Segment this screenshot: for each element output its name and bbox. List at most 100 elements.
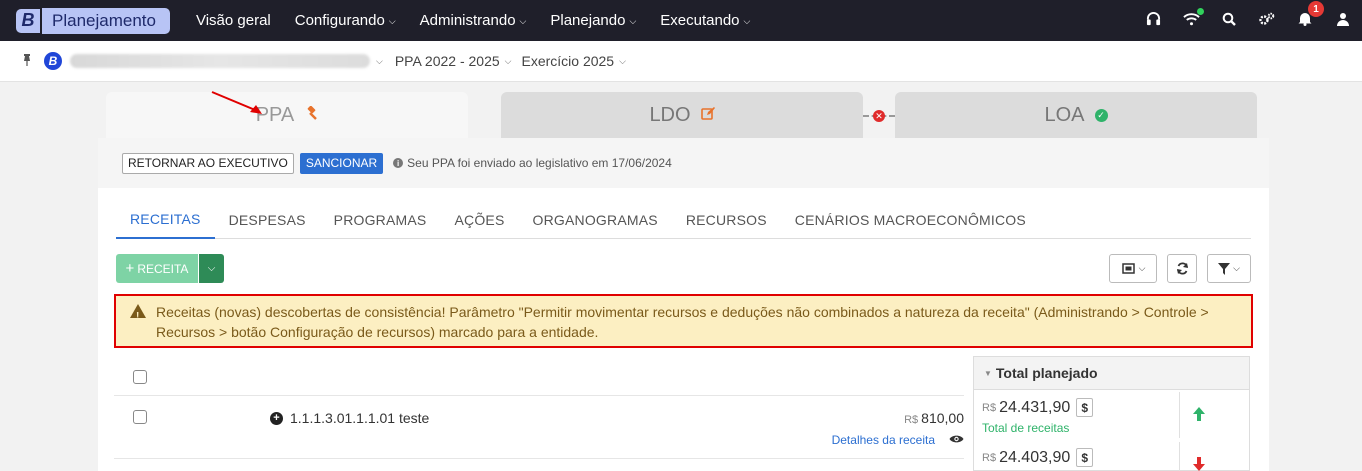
- annotation-arrow: [211, 91, 262, 114]
- currency-symbol: R$: [982, 451, 997, 464]
- filter-icon: [1218, 262, 1231, 275]
- chevron-down-icon: ⌵: [519, 16, 527, 26]
- chevron-down-icon: ⌵: [619, 55, 626, 66]
- dollar-button[interactable]: $: [1076, 398, 1094, 417]
- menu-label: Administrando: [419, 12, 516, 29]
- total-receitas-label: Total de receitas: [982, 421, 1070, 435]
- exercise-selector[interactable]: Exercício 2025 ⌵: [521, 53, 625, 69]
- add-receita-button[interactable]: + RECEITA: [116, 254, 198, 283]
- view-mode-button[interactable]: ⌵: [1109, 254, 1157, 283]
- wifi-icon[interactable]: [1182, 7, 1204, 30]
- context-bar: B ⌵ PPA 2022 - 2025 ⌵ Exercício 2025 ⌵: [0, 41, 1362, 82]
- refresh-button[interactable]: [1167, 254, 1197, 283]
- brand-logo[interactable]: B Planejamento: [16, 7, 170, 34]
- menu-configurando[interactable]: Configurando ⌵: [283, 12, 408, 29]
- top-navbar: B Planejamento Visão geral Configurando ⌵…: [0, 0, 1362, 41]
- total-row: R$ 24.403,90 $: [974, 440, 1249, 471]
- entity-logo: B: [44, 52, 62, 70]
- online-indicator: [1197, 7, 1204, 15]
- gears-icon[interactable]: [1258, 12, 1276, 30]
- menu-label: Planejando: [550, 12, 626, 29]
- total-receitas-amount: 24.431,90: [999, 398, 1071, 416]
- phase-label: LOA: [1044, 103, 1085, 126]
- return-to-executive-button[interactable]: RETORNAR AO EXECUTIVO: [122, 152, 294, 174]
- nav-icons: 1: [1144, 0, 1352, 41]
- tab-programas[interactable]: PROGRAMAS: [320, 201, 441, 239]
- menu-planejando[interactable]: Planejando ⌵: [538, 12, 648, 29]
- phase-tab-ldo[interactable]: LDO: [501, 92, 863, 138]
- menu-executando[interactable]: Executando ⌵: [648, 12, 762, 29]
- currency-symbol: R$: [982, 401, 997, 414]
- total-amount-2: 24.403,90: [999, 448, 1071, 466]
- chevron-down-icon: ⌵: [743, 16, 751, 26]
- arrow-up-icon: [1193, 407, 1205, 425]
- row-divider: [114, 395, 964, 396]
- caret-down-icon: ▼: [984, 368, 992, 378]
- brand-letter: B: [16, 8, 40, 33]
- sub-tabs: RECEITAS DESPESAS PROGRAMAS AÇÕES ORGANO…: [116, 201, 1251, 239]
- chevron-down-icon: ⌵: [629, 16, 637, 26]
- receita-value: R$ 810,00: [904, 410, 964, 426]
- total-value-2: R$ 24.403,90 $: [982, 448, 1094, 467]
- chevron-down-icon: ⌵: [504, 55, 512, 66]
- warning-icon: [130, 304, 146, 327]
- divider: [1179, 392, 1180, 438]
- edit-icon: [700, 106, 715, 124]
- phase-tab-loa[interactable]: LOA ✓: [895, 92, 1257, 138]
- status-info: i Seu PPA foi enviado ao legislativo em …: [393, 156, 672, 170]
- gavel-icon: [304, 105, 318, 124]
- expand-plus-icon[interactable]: +: [270, 411, 283, 425]
- plus-icon: +: [125, 260, 135, 277]
- tab-recursos[interactable]: RECURSOS: [672, 201, 781, 239]
- tab-organogramas[interactable]: ORGANOGRAMAS: [519, 201, 672, 239]
- menu-visao-geral[interactable]: Visão geral: [184, 12, 283, 29]
- details-link[interactable]: Detalhes da receita: [832, 433, 935, 447]
- dollar-button[interactable]: $: [1076, 448, 1094, 467]
- exercise-selector-label: Exercício 2025: [521, 53, 615, 69]
- receita-code[interactable]: + 1.1.1.3.01.1.1.01 teste: [270, 410, 429, 426]
- ppa-selector[interactable]: PPA 2022 - 2025 ⌵: [395, 53, 512, 69]
- total-planned-header[interactable]: ▼ Total planejado: [974, 357, 1249, 390]
- close-circle-icon: ✕: [873, 110, 885, 122]
- main-panel: RETORNAR AO EXECUTIVO SANCIONAR i Seu PP…: [98, 138, 1269, 471]
- info-icon: i: [393, 158, 404, 168]
- add-receita-group: + RECEITA ⌵: [116, 254, 224, 283]
- refresh-icon: [1176, 262, 1188, 275]
- tab-despesas[interactable]: DESPESAS: [215, 201, 320, 239]
- bell-icon[interactable]: 1: [1296, 1, 1324, 30]
- receita-code-text: 1.1.1.3.01.1.1.01 teste: [290, 410, 430, 426]
- chevron-down-icon: ⌵: [1233, 263, 1240, 273]
- phase-label: LDO: [649, 103, 691, 126]
- action-bar: RETORNAR AO EXECUTIVO SANCIONAR i Seu PP…: [98, 138, 1269, 188]
- toolbar: ⌵ ⌵: [1109, 254, 1251, 283]
- eye-icon[interactable]: [949, 432, 964, 447]
- filter-button[interactable]: ⌵: [1207, 254, 1251, 283]
- status-info-text: Seu PPA foi enviado ao legislativo em 17…: [407, 156, 672, 170]
- select-all-checkbox[interactable]: [133, 370, 147, 384]
- menu-label: Visão geral: [195, 12, 271, 29]
- tab-cenarios[interactable]: CENÁRIOS MACROECONÔMICOS: [781, 201, 1040, 239]
- sanction-button[interactable]: SANCIONAR: [299, 152, 384, 174]
- chevron-down-icon: ⌵: [388, 16, 396, 26]
- search-icon[interactable]: [1220, 12, 1238, 30]
- user-icon[interactable]: [1334, 12, 1352, 30]
- phase-tab-ppa[interactable]: PPA: [106, 92, 468, 138]
- chevron-down-icon: ⌵: [207, 263, 216, 274]
- fullscreen-icon: [1121, 263, 1135, 274]
- add-receita-dropdown[interactable]: ⌵: [199, 254, 224, 283]
- notification-badge: 1: [1308, 1, 1324, 17]
- menu-label: Executando: [660, 12, 740, 29]
- row-divider: [114, 458, 964, 459]
- menu-administrando[interactable]: Administrando ⌵: [408, 12, 539, 29]
- check-circle-icon: ✓: [1094, 108, 1108, 122]
- ppa-selector-label: PPA 2022 - 2025: [394, 53, 500, 69]
- total-receitas-value: R$ 24.431,90 $: [982, 398, 1094, 417]
- currency-symbol: R$: [904, 414, 919, 426]
- receita-details: Detalhes da receita: [832, 432, 964, 447]
- chevron-down-icon[interactable]: ⌵: [376, 56, 383, 67]
- tab-acoes[interactable]: AÇÕES: [440, 201, 518, 239]
- tab-receitas[interactable]: RECEITAS: [116, 201, 215, 239]
- pin-icon[interactable]: [22, 53, 32, 69]
- headset-icon[interactable]: [1144, 11, 1162, 30]
- row-checkbox[interactable]: [133, 410, 147, 424]
